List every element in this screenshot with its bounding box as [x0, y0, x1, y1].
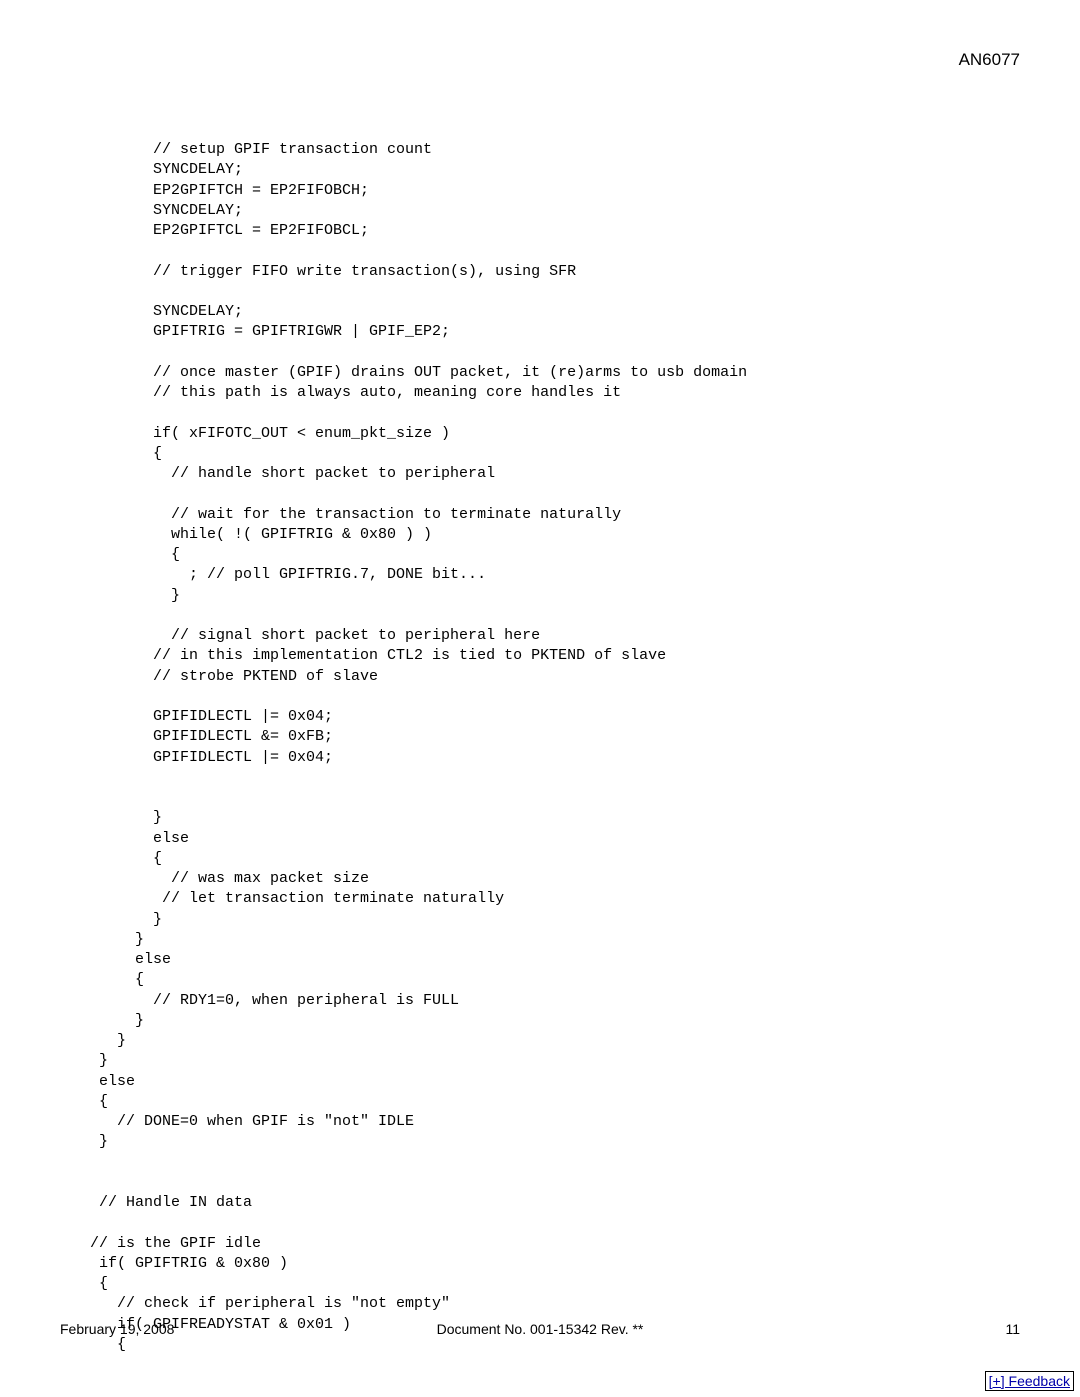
doc-id: AN6077: [959, 50, 1020, 69]
footer-doc-number: Document No. 001-15342 Rev. **: [60, 1321, 1020, 1337]
code-listing: // setup GPIF transaction count SYNCDELA…: [90, 140, 1020, 1355]
feedback-link[interactable]: [+] Feedback: [985, 1371, 1074, 1391]
document-footer: February 19, 2008 Document No. 001-15342…: [60, 1321, 1020, 1337]
document-header: AN6077: [60, 50, 1020, 70]
page-container: AN6077 // setup GPIF transaction count S…: [0, 0, 1080, 1397]
